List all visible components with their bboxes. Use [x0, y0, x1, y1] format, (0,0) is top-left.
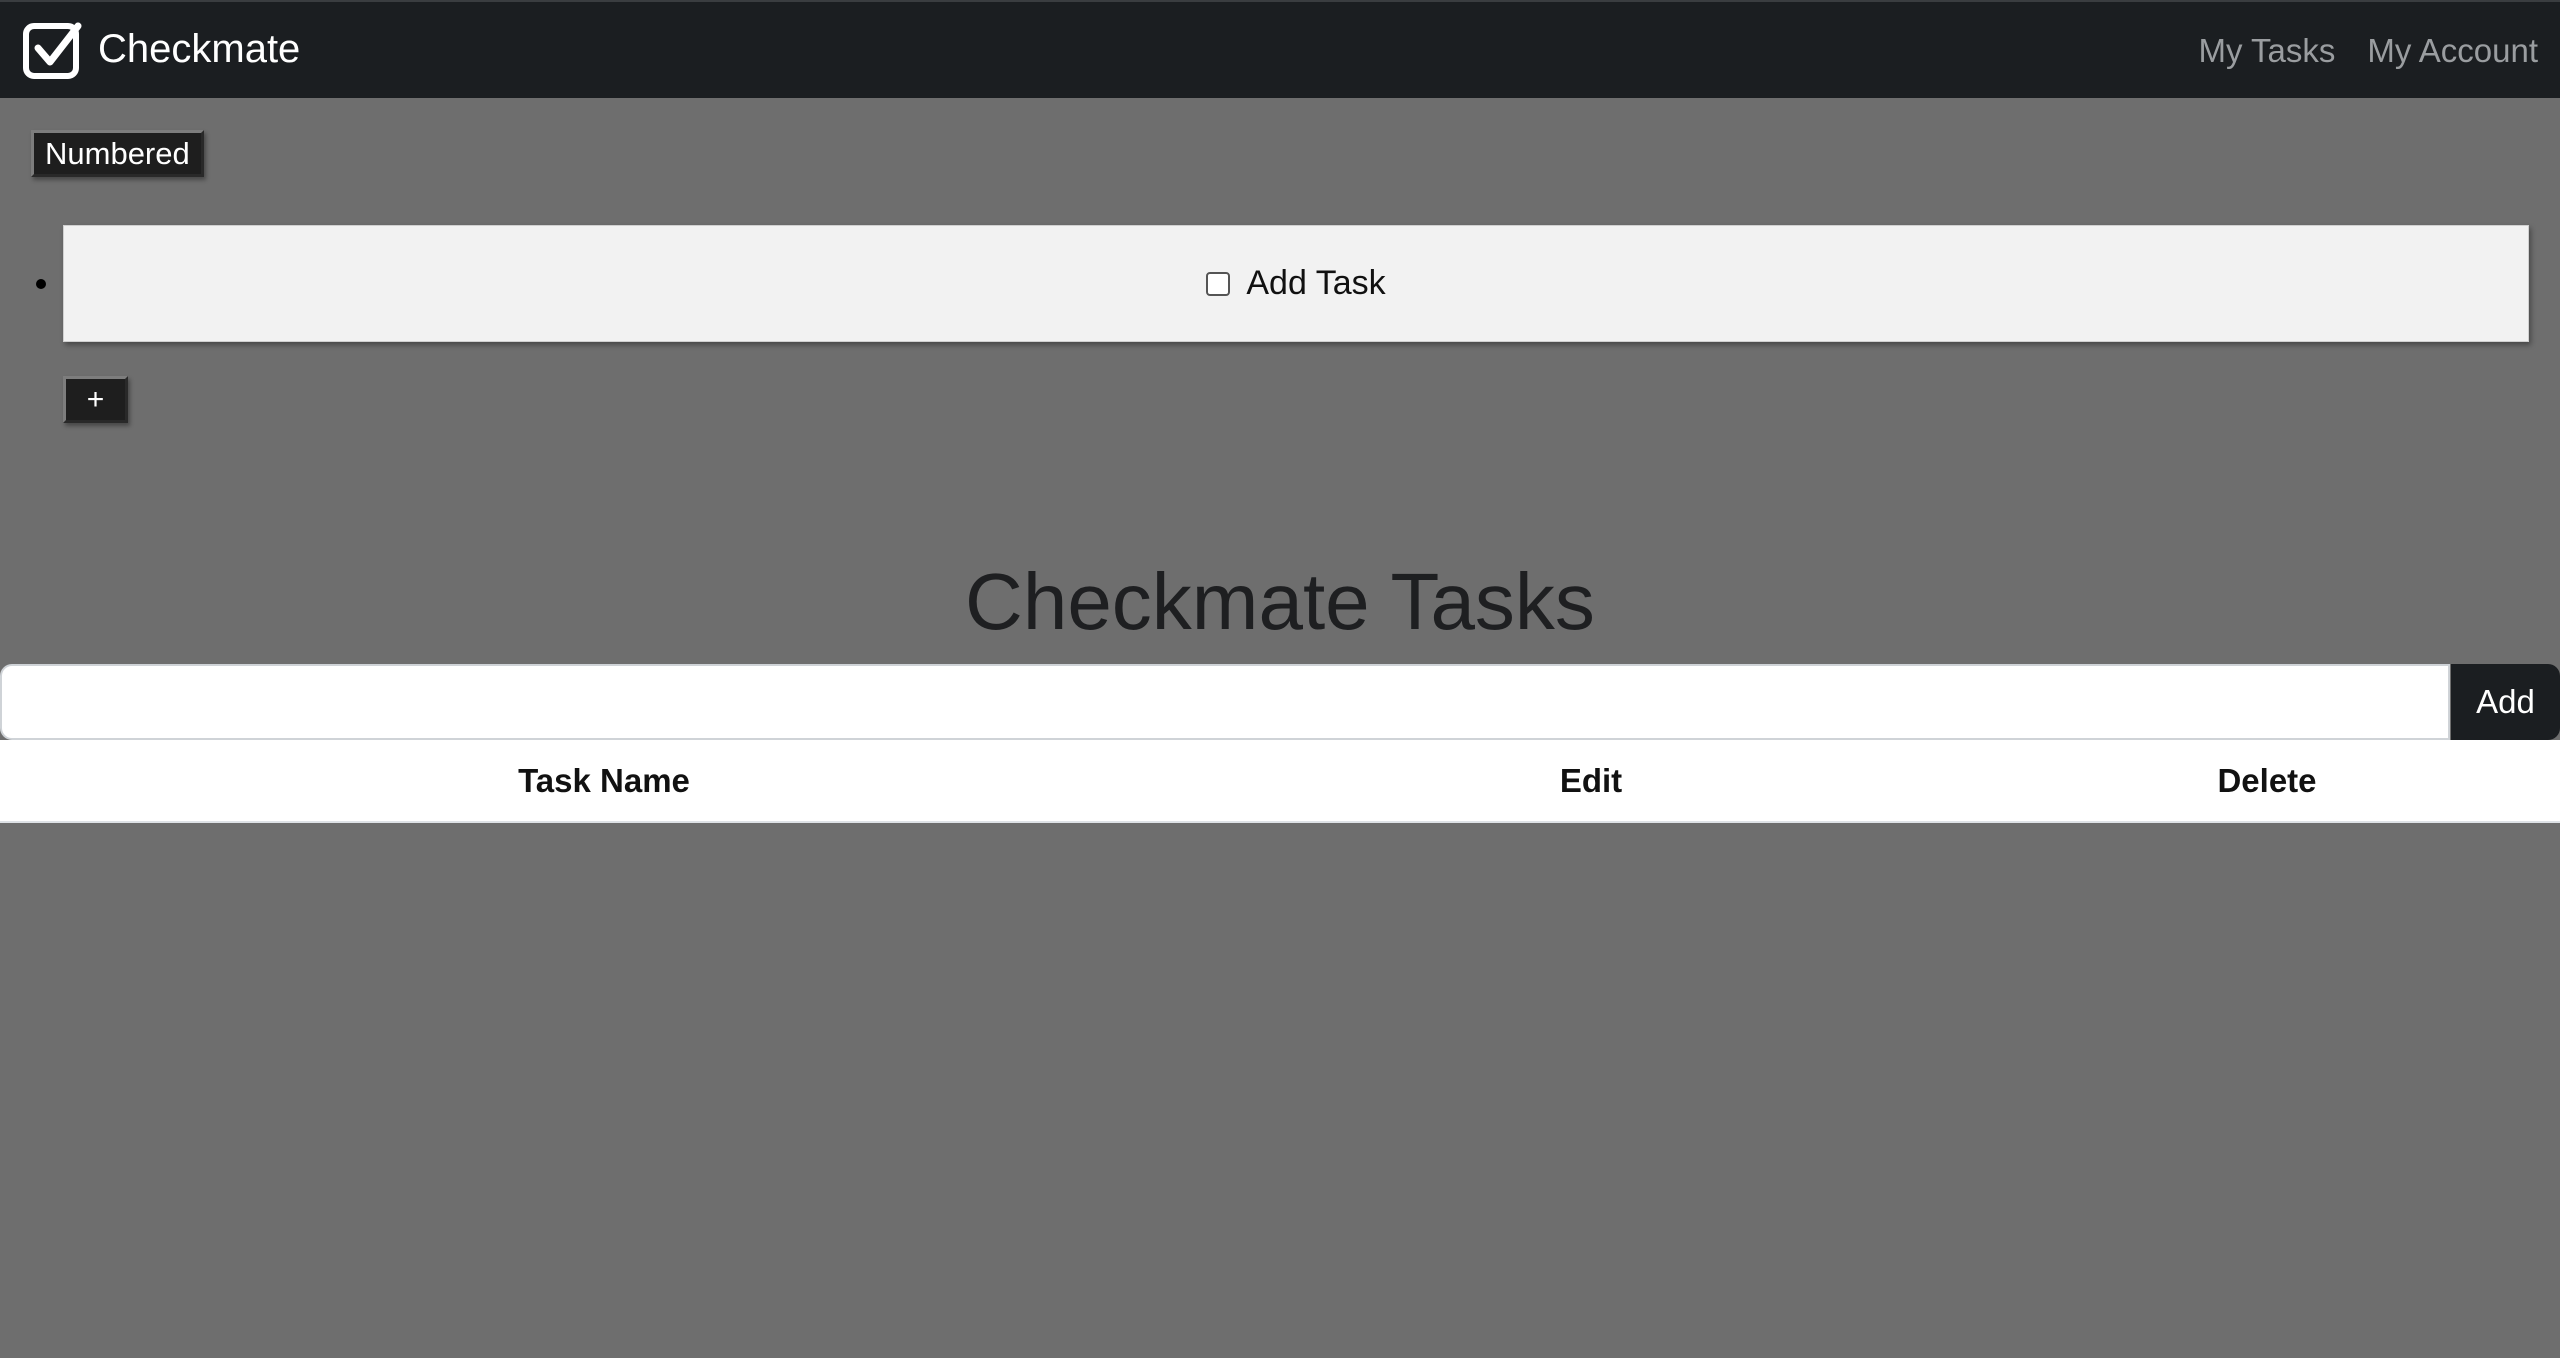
page-title: Checkmate Tasks [965, 557, 1595, 646]
numbered-toggle-button[interactable]: Numbered [31, 130, 204, 177]
task-checkbox[interactable] [1206, 271, 1231, 296]
add-list-item-button[interactable]: + [63, 376, 128, 423]
add-task-form: Add [0, 664, 2560, 740]
list-bullet [36, 279, 46, 289]
nav-links: My Tasks My Account [2199, 2, 2539, 100]
checkbox-check-icon [23, 22, 82, 79]
table-header-row: Task Name Edit Delete [0, 740, 2560, 823]
add-task-button[interactable]: Add [2451, 664, 2560, 740]
column-header-task-name: Task Name [0, 740, 1208, 823]
column-header-delete: Delete [1974, 740, 2560, 823]
task-name-input[interactable] [0, 664, 2450, 740]
column-header-edit: Edit [1208, 740, 1974, 823]
task-list-item[interactable]: Add Task [63, 225, 2529, 342]
nav-link-my-account[interactable]: My Account [2367, 32, 2538, 70]
tasks-table: Task Name Edit Delete [0, 740, 2560, 823]
brand-link[interactable]: Checkmate [22, 18, 300, 80]
top-navbar: Checkmate My Tasks My Account [0, 0, 2560, 98]
brand-name: Checkmate [98, 27, 301, 71]
task-label: Add Task [1246, 264, 1386, 302]
nav-link-my-tasks[interactable]: My Tasks [2199, 32, 2336, 70]
